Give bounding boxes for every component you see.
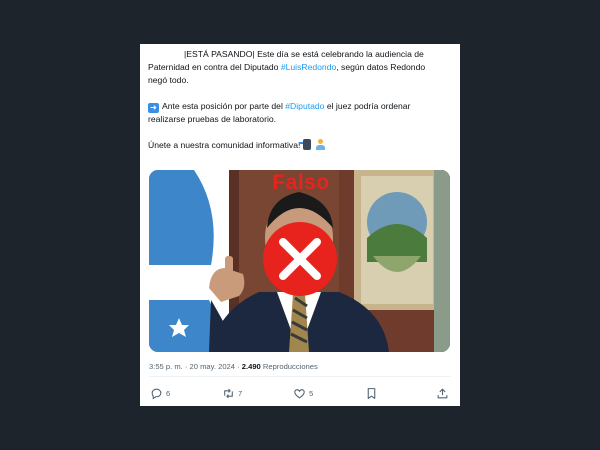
views-count: 2.490 bbox=[241, 362, 261, 371]
tweet-date[interactable]: 20 may. 2024 bbox=[190, 362, 235, 371]
tweet-line-1: |ESTÁ PASANDO| Este día se está celebran… bbox=[148, 48, 454, 61]
false-x-icon bbox=[262, 221, 338, 297]
footer-divider bbox=[149, 376, 451, 377]
hashtag-diputado[interactable]: #Diputado bbox=[285, 101, 324, 111]
reply-icon bbox=[151, 388, 162, 399]
tweet-line-2: Paternidad en contra del Diputado #LuisR… bbox=[148, 61, 454, 74]
hashtag-luisredondo[interactable]: #LuisRedondo bbox=[281, 62, 336, 72]
tweet-text-segment: , según datos Redondo bbox=[336, 62, 426, 72]
person-emoji-icon bbox=[315, 139, 326, 150]
like-button[interactable]: 5 bbox=[293, 386, 313, 400]
tweet-text-segment: Ante esta posición por parte del bbox=[162, 101, 286, 111]
like-icon bbox=[294, 388, 305, 398]
bookmark-button[interactable] bbox=[365, 386, 378, 400]
phone-emoji-icon bbox=[299, 139, 312, 150]
tweet-line-6: Únete a nuestra comunidad informativa! bbox=[148, 139, 454, 152]
tweet-line-5: realizarse pruebas de laboratorio. bbox=[148, 113, 454, 126]
tweet-text-segment: Únete a nuestra comunidad informativa! bbox=[148, 140, 301, 150]
tweet-text-segment: el juez podría ordenar bbox=[324, 101, 411, 111]
tweet-text-segment: Paternidad en contra del Diputado bbox=[148, 62, 281, 72]
tweet-text-segment: negó todo. bbox=[148, 75, 189, 85]
tweet-text: |ESTÁ PASANDO| Este día se está celebran… bbox=[148, 48, 454, 152]
reply-button[interactable]: 6 bbox=[150, 386, 170, 400]
views-label: Reproducciones bbox=[262, 362, 318, 371]
like-count: 5 bbox=[309, 388, 314, 398]
verdict-label: Falso bbox=[272, 171, 330, 194]
share-icon bbox=[437, 388, 448, 398]
tweet-meta: 3:55 p. m. · 20 may. 2024 · 2.490 Reprod… bbox=[149, 362, 318, 371]
bookmark-icon bbox=[367, 387, 376, 399]
tweet-line-4: ➜ Ante esta posición por parte del #Diput… bbox=[148, 100, 454, 113]
tweet-text-segment: realizarse pruebas de laboratorio. bbox=[148, 114, 277, 124]
retweet-count: 7 bbox=[238, 388, 243, 398]
tweet-time[interactable]: 3:55 p. m. bbox=[149, 362, 183, 371]
retweet-button[interactable]: 7 bbox=[222, 386, 242, 400]
retweet-icon bbox=[224, 388, 233, 398]
tweet-text-segment: |ESTÁ PASANDO| Este día se está celebran… bbox=[184, 49, 424, 59]
reply-count: 6 bbox=[166, 388, 171, 398]
share-button[interactable] bbox=[436, 386, 449, 400]
right-arrow-emoji-icon: ➜ bbox=[148, 103, 159, 113]
tweet-card: |ESTÁ PASANDO| Este día se está celebran… bbox=[140, 44, 460, 406]
tweet-line-3: negó todo. bbox=[148, 74, 454, 87]
